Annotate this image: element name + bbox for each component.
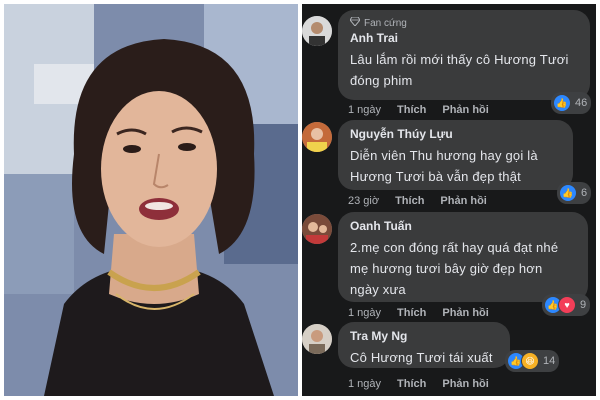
comment-text-line: Lâu lắm rồi mới thấy cô Hương Tươi: [350, 52, 569, 67]
commenter-name[interactable]: Tra My Ng: [350, 329, 498, 343]
haha-icon: 😆: [521, 352, 539, 370]
commenter-name[interactable]: Nguyễn Thúy Lựu: [350, 127, 561, 141]
avatar[interactable]: [302, 122, 332, 152]
comment-bubble: Tra My Ng Cô Hương Tươi tái xuất: [338, 322, 510, 368]
reaction-count: 46: [575, 97, 588, 109]
comment-text-line: Hương Tươi bà vẫn đẹp thật: [350, 169, 521, 184]
reply-button[interactable]: Phản hồi: [442, 307, 488, 319]
commenter-name[interactable]: Anh Trai: [350, 31, 578, 45]
comment-bubble: Nguyễn Thúy Lựu Diễn viên Thu hương hay …: [338, 120, 573, 190]
like-button[interactable]: Thích: [395, 195, 424, 207]
comment-time[interactable]: 1 ngày: [348, 378, 381, 390]
comment-bubble: Oanh Tuấn 2.mẹ con đóng rất hay quá đạt …: [338, 212, 588, 302]
comment-time[interactable]: 1 ngày: [348, 104, 381, 116]
like-button[interactable]: Thích: [397, 378, 426, 390]
badge-label: Fan cứng: [364, 17, 407, 29]
comment-text-line: 2.mẹ con đóng rất hay quá đạt nhé: [350, 240, 559, 255]
diamond-icon: [349, 16, 361, 29]
fan-badge: Fan cứng: [349, 16, 578, 29]
comments-panel: Fan cứng Anh Trai Lâu lắm rồi mới thấy c…: [302, 4, 596, 396]
comment-time[interactable]: 1 ngày: [348, 307, 381, 319]
avatar[interactable]: [302, 16, 332, 46]
reaction-count: 14: [543, 355, 556, 367]
reply-button[interactable]: Phản hồi: [442, 378, 488, 390]
comment-text-line: mẹ hương tươi bây giờ đẹp hơn: [350, 261, 543, 276]
comment-actions: 1 ngày Thích Phản hồi: [348, 307, 489, 319]
commenter-name[interactable]: Oanh Tuấn: [350, 219, 576, 233]
avatar[interactable]: [302, 324, 332, 354]
reaction-summary[interactable]: 👍 😆 14: [505, 350, 560, 372]
reaction-count: 6: [581, 187, 588, 199]
portrait-illustration: [4, 4, 298, 396]
like-icon: 👍: [553, 94, 571, 112]
like-button[interactable]: Thích: [397, 307, 426, 319]
comment-actions: 23 giờ Thích Phản hồi: [348, 195, 487, 207]
comment-bubble: Fan cứng Anh Trai Lâu lắm rồi mới thấy c…: [338, 10, 590, 100]
comment-text-line: Cô Hương Tươi tái xuất: [350, 350, 493, 365]
reply-button[interactable]: Phản hồi: [442, 104, 488, 116]
reaction-summary[interactable]: 👍 46: [551, 92, 592, 114]
like-icon: 👍: [559, 184, 577, 202]
like-button[interactable]: Thích: [397, 104, 426, 116]
love-icon: ♥: [558, 296, 576, 314]
reaction-count: 9: [580, 299, 587, 311]
comment-actions: 1 ngày Thích Phản hồi: [348, 378, 489, 390]
reaction-summary[interactable]: 👍 ♥ 9: [542, 294, 591, 316]
comment-actions: 1 ngày Thích Phản hồi: [348, 104, 489, 116]
comment-time[interactable]: 23 giờ: [348, 195, 379, 207]
comment-text-line: Diễn viên Thu hương hay gọi là: [350, 148, 538, 163]
comment-text-line: ngày xưa: [350, 282, 406, 297]
avatar[interactable]: [302, 214, 332, 244]
reply-button[interactable]: Phản hồi: [440, 195, 486, 207]
comment-text-line: đóng phim: [350, 73, 413, 88]
portrait-photo: [4, 4, 298, 396]
reaction-summary[interactable]: 👍 6: [557, 182, 592, 204]
